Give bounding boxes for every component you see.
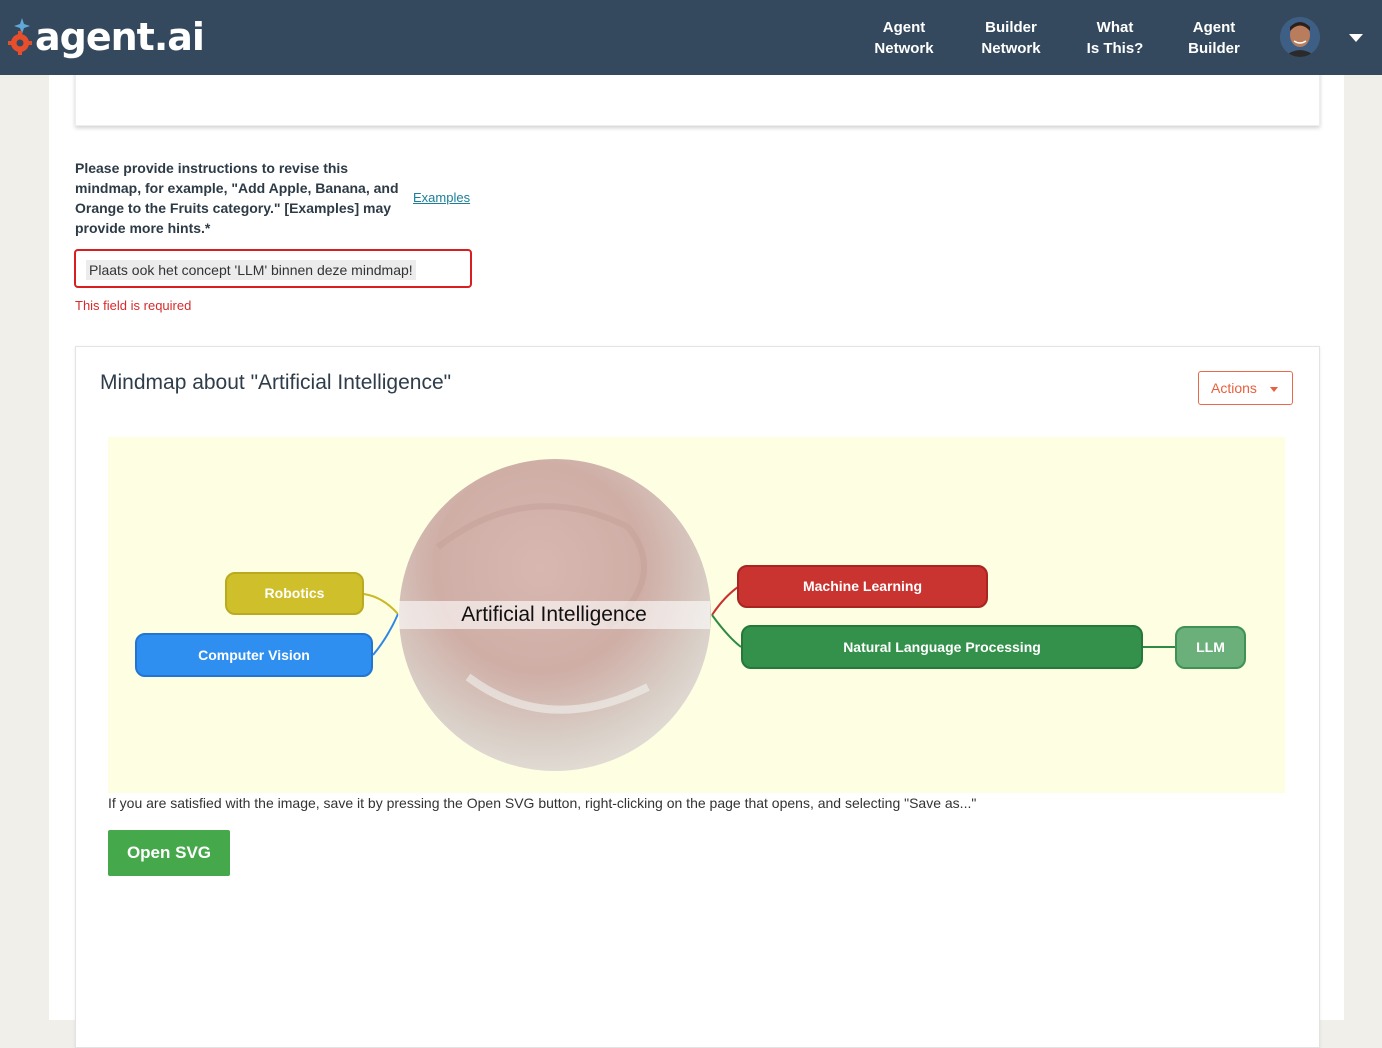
node-machine-learning[interactable]: Machine Learning — [737, 565, 988, 608]
nav-line1: What — [1096, 19, 1134, 36]
instruction-label: Please provide instructions to revise th… — [75, 160, 399, 236]
actions-dropdown-button[interactable]: Actions — [1198, 371, 1293, 405]
top-nav-bar: agent.ai Agent Network Builder Network W… — [0, 0, 1382, 75]
node-label: Machine Learning — [802, 578, 923, 594]
examples-link[interactable]: Examples — [413, 190, 470, 205]
center-node-label[interactable]: Artificial Intelligence — [398, 601, 710, 629]
nav-builder-network[interactable]: Builder Network — [975, 17, 1047, 59]
nav-line1: Agent — [882, 19, 926, 36]
nav-agent-builder[interactable]: Agent Builder — [1182, 17, 1246, 59]
nav-agent-network[interactable]: Agent Network — [868, 17, 940, 59]
nav-line2: Builder — [1188, 40, 1240, 57]
user-avatar[interactable] — [1280, 17, 1320, 57]
node-label: LLM — [1196, 639, 1225, 655]
connector-machine-learning — [711, 586, 739, 616]
save-instructions-text: If you are satisfied with the image, sav… — [108, 795, 977, 811]
connector-computer-vision — [372, 613, 399, 656]
actions-label: Actions — [1211, 380, 1257, 396]
revision-instruction-input[interactable]: Plaats ook het concept 'LLM' binnen deze… — [74, 249, 472, 288]
node-label: Computer Vision — [198, 647, 310, 663]
connector-robotics — [363, 593, 399, 615]
node-robotics[interactable]: Robotics — [225, 572, 364, 615]
node-natural-language-processing[interactable]: Natural Language Processing — [741, 625, 1143, 669]
logo-text: agent.ai — [35, 15, 205, 59]
nav-line2: Is This? — [1086, 40, 1144, 57]
agent-ai-logo[interactable]: agent.ai — [8, 12, 205, 62]
node-computer-vision[interactable]: Computer Vision — [135, 633, 373, 677]
nav-line2: Network — [874, 40, 934, 57]
nav-line1: Agent — [1192, 19, 1236, 36]
mindmap-title: Mindmap about "Artificial Intelligence" — [100, 371, 452, 394]
nav-what-is-this[interactable]: What Is This? — [1080, 17, 1150, 59]
account-menu-caret-icon[interactable] — [1349, 34, 1363, 42]
node-llm[interactable]: LLM — [1175, 626, 1246, 669]
connector-nlp — [711, 614, 742, 648]
input-value: Plaats ook het concept 'LLM' binnen deze… — [86, 260, 416, 280]
open-svg-button[interactable]: Open SVG — [108, 830, 230, 876]
required-error-message: This field is required — [75, 298, 192, 313]
nav-line2: Network — [981, 40, 1041, 57]
node-label: Robotics — [264, 585, 325, 601]
avatar-image — [1280, 17, 1320, 57]
gear-spark-icon — [8, 18, 32, 55]
nav-line1: Builder — [985, 19, 1037, 36]
node-label: Natural Language Processing — [843, 639, 1041, 655]
caret-down-icon — [1270, 387, 1278, 392]
